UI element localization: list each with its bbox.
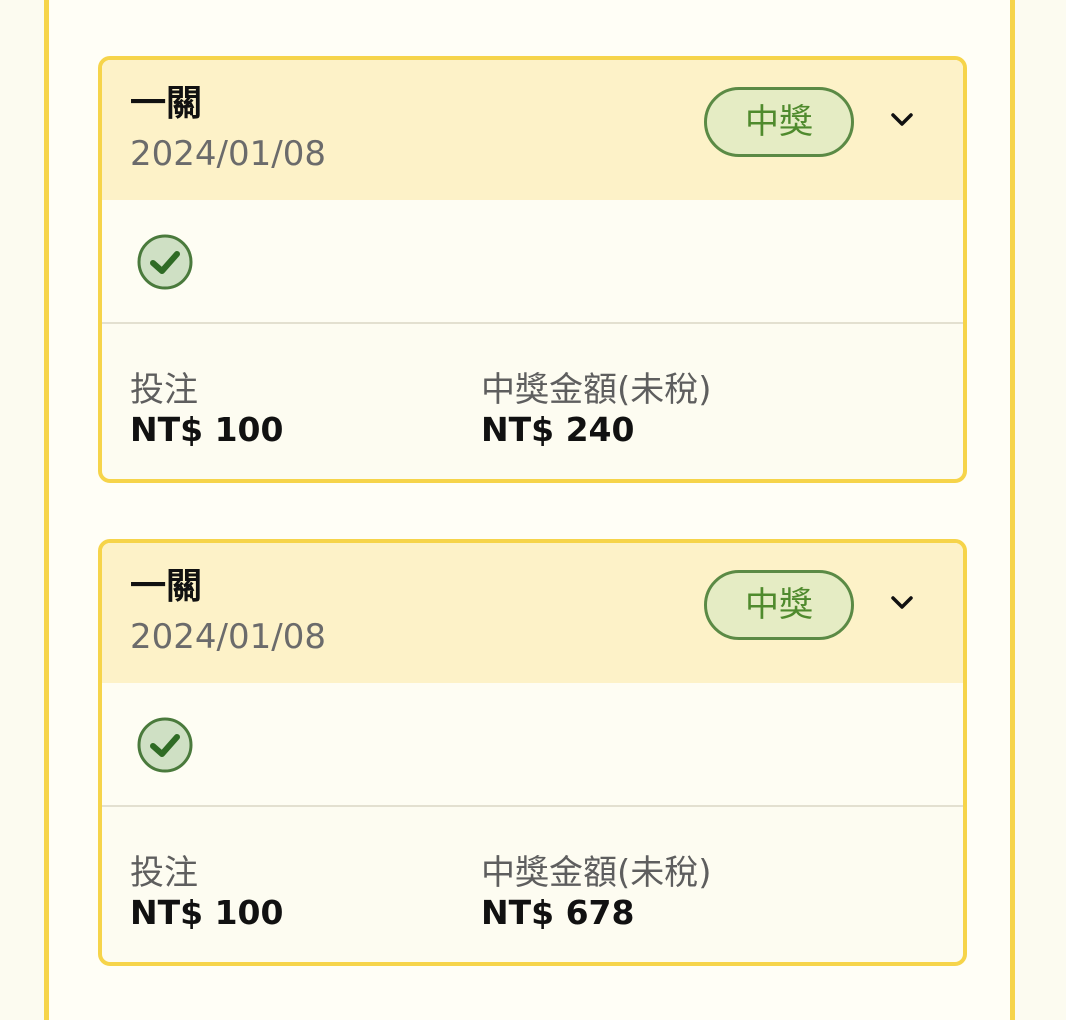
result-row	[102, 683, 963, 807]
prize-label: 中獎金額(未稅)	[481, 853, 712, 893]
bet-amount: NT$ 100	[130, 410, 284, 449]
game-name: 一關	[130, 566, 203, 607]
amounts-row: 投注 NT$ 100 中獎金額(未稅) NT$ 678	[102, 807, 963, 962]
card-header[interactable]: 一關 2024/01/08 中獎	[102, 60, 963, 200]
bet-label: 投注	[130, 370, 198, 410]
status-badge: 中獎	[704, 570, 854, 640]
prize-label: 中獎金額(未稅)	[481, 370, 712, 410]
status-badge: 中獎	[704, 87, 854, 157]
bet-date: 2024/01/08	[130, 617, 326, 657]
bet-record-card[interactable]: 一關 2024/01/08 中獎 投注 NT$ 100 中獎金額(未稅) NT$…	[98, 539, 967, 966]
card-header[interactable]: 一關 2024/01/08 中獎	[102, 543, 963, 683]
amounts-row: 投注 NT$ 100 中獎金額(未稅) NT$ 240	[102, 324, 963, 479]
bet-date: 2024/01/08	[130, 134, 326, 174]
bet-amount: NT$ 100	[130, 893, 284, 932]
prize-amount: NT$ 678	[481, 893, 635, 932]
check-circle-icon	[137, 717, 193, 773]
chevron-down-icon[interactable]	[886, 587, 918, 619]
bet-record-card[interactable]: 一關 2024/01/08 中獎 投注 NT$ 100 中獎金額(未稅) NT$…	[98, 56, 967, 483]
check-circle-icon	[137, 234, 193, 290]
bet-label: 投注	[130, 853, 198, 893]
result-row	[102, 200, 963, 324]
prize-amount: NT$ 240	[481, 410, 635, 449]
game-name: 一關	[130, 83, 203, 124]
chevron-down-icon[interactable]	[886, 104, 918, 136]
